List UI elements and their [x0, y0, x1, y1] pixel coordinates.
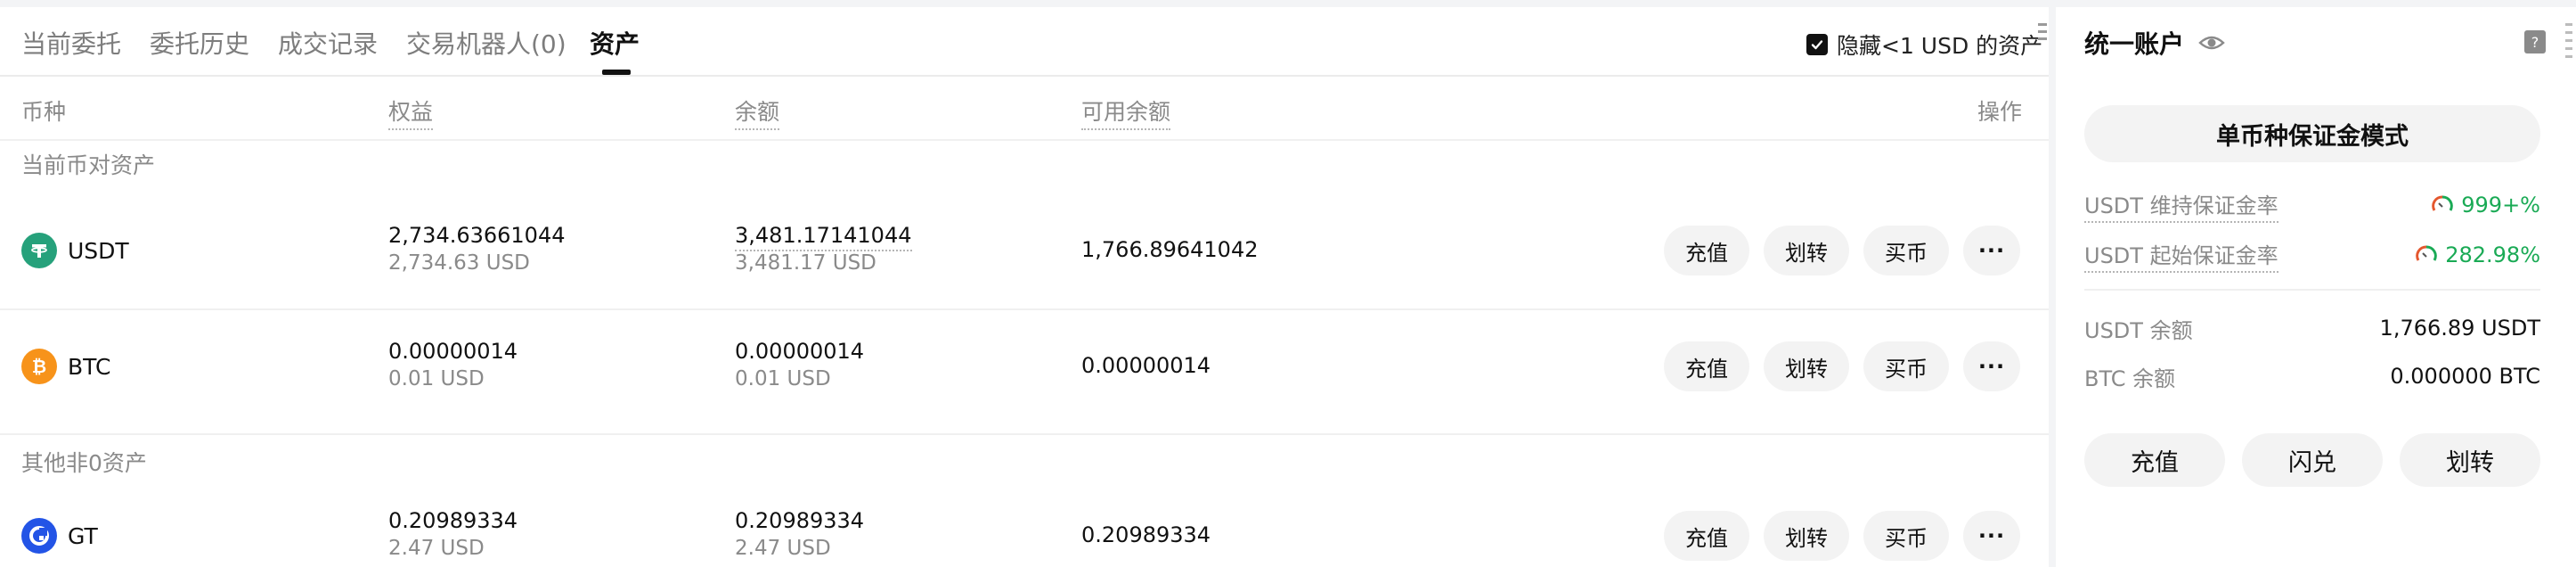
column-equity[interactable]: 权益 — [388, 94, 434, 130]
available-value: 1,766.89641042 — [1081, 237, 1259, 262]
buy-button[interactable]: 买币 — [1863, 341, 1949, 391]
bitcoin-icon: ₿ — [21, 349, 57, 384]
equity-value: 0.00000014 — [388, 339, 518, 364]
equity-usd: 2.47 USD — [388, 537, 485, 560]
maint-margin-label[interactable]: USDT 维持保证金率 — [2084, 188, 2278, 223]
assets-panel: 当前委托 委托历史 成交记录 交易机器人(0) 资产 隐藏<1 USD 的资产 … — [0, 7, 2049, 567]
active-tab-indicator — [602, 70, 631, 75]
buy-button[interactable]: 买币 — [1863, 226, 1949, 275]
side-deposit-button[interactable]: 充值 — [2084, 433, 2225, 487]
coin-cell: USDT — [21, 193, 129, 308]
transfer-button[interactable]: 划转 — [1764, 226, 1849, 275]
more-icon[interactable]: ··· — [1963, 341, 2020, 391]
usdt-balance-value: 1,766.89 USDT — [2379, 316, 2540, 341]
row-actions: 充值 划转 买币 ··· — [1664, 478, 2020, 567]
more-icon[interactable]: ··· — [1963, 511, 2020, 561]
resize-handle-icon[interactable] — [2565, 23, 2572, 68]
init-margin-row: USDT 起始保证金率 282.98% — [2084, 238, 2540, 273]
equity-usd: 2,734.63 USD — [388, 251, 530, 275]
tab-trading-bots[interactable]: 交易机器人(0) — [406, 27, 567, 62]
unified-account-panel: 统一账户 ? 单币种保证金模式 USDT 维持保证金率 999+% USDT 起… — [2056, 7, 2576, 567]
init-margin-value: 282.98% — [2445, 242, 2540, 267]
table-row: GT 0.20989334 2.47 USD 0.20989334 2.47 U… — [0, 478, 2049, 567]
init-margin-label[interactable]: USDT 起始保证金率 — [2084, 238, 2278, 273]
tether-icon — [21, 233, 57, 268]
coin-symbol: USDT — [68, 237, 129, 264]
svg-text:₿: ₿ — [32, 356, 46, 377]
flash-swap-button[interactable]: 闪兑 — [2242, 433, 2383, 487]
balance-cell: 0.20989334 2.47 USD — [735, 508, 864, 560]
table-row: ₿ BTC 0.00000014 0.01 USD 0.00000014 0.0… — [0, 308, 2049, 424]
column-actions: 操作 — [1977, 99, 2023, 125]
transfer-button[interactable]: 划转 — [1764, 511, 1849, 561]
equity-usd: 0.01 USD — [388, 367, 485, 390]
deposit-button[interactable]: 充值 — [1664, 511, 1749, 561]
side-transfer-button[interactable]: 划转 — [2400, 433, 2540, 487]
balance-value: 0.20989334 — [735, 508, 865, 533]
balance-usd: 0.01 USD — [735, 367, 831, 390]
hide-small-assets-toggle[interactable]: 隐藏<1 USD 的资产 — [1806, 27, 2042, 62]
panel-title: 统一账户 — [2084, 25, 2225, 61]
row-actions: 充值 划转 买币 ··· — [1664, 193, 2020, 308]
init-margin-value-wrap: 282.98% — [2415, 242, 2540, 267]
maint-margin-value: 999+% — [2461, 193, 2540, 218]
equity-cell: 0.20989334 2.47 USD — [388, 508, 518, 560]
more-icon[interactable]: ··· — [1963, 226, 2020, 275]
column-balance[interactable]: 余额 — [735, 94, 780, 130]
available-value: 0.20989334 — [1081, 522, 1211, 547]
section-current-pair: 当前币对资产 — [21, 152, 156, 178]
checkbox-checked-icon[interactable] — [1806, 34, 1828, 55]
column-currency: 币种 — [21, 99, 67, 125]
btc-balance-value: 0.000000 BTC — [2390, 364, 2540, 389]
balance-value: 0.00000014 — [735, 339, 865, 364]
help-icon[interactable]: ? — [2524, 30, 2546, 53]
equity-value: 2,734.63661044 — [388, 223, 566, 248]
usdt-balance-label: USDT 余额 — [2084, 317, 2193, 343]
panel-title-text: 统一账户 — [2084, 29, 2185, 59]
row-actions: 充值 划转 买币 ··· — [1664, 308, 2020, 424]
tab-trade-history[interactable]: 成交记录 — [278, 27, 378, 62]
table-header: 币种 权益 余额 可用余额 操作 — [0, 77, 2049, 141]
margin-mode-button[interactable]: 单币种保证金模式 — [2084, 105, 2540, 162]
btc-balance-label: BTC 余额 — [2084, 366, 2176, 391]
coin-symbol: GT — [68, 522, 98, 549]
available-value: 0.00000014 — [1081, 353, 1211, 378]
maint-margin-value-wrap: 999+% — [2431, 193, 2540, 218]
deposit-button[interactable]: 充值 — [1664, 341, 1749, 391]
tab-open-orders[interactable]: 当前委托 — [21, 27, 121, 62]
maint-margin-row: USDT 维持保证金率 999+% — [2084, 188, 2540, 223]
btc-balance-row: BTC 余额 0.000000 BTC — [2084, 360, 2540, 392]
coin-cell: GT — [21, 478, 98, 567]
gauge-icon — [2416, 245, 2438, 261]
tab-assets[interactable]: 资产 — [590, 27, 640, 62]
divider — [2084, 289, 2540, 291]
side-actions: 充值 闪兑 划转 — [2084, 433, 2540, 487]
balance-cell: 3,481.17141044 3,481.17 USD — [735, 223, 912, 275]
tab-order-history[interactable]: 委托历史 — [150, 27, 249, 62]
section-other-nonzero: 其他非0资产 — [0, 433, 2049, 478]
buy-button[interactable]: 买币 — [1863, 511, 1949, 561]
hide-small-assets-label: 隐藏<1 USD 的资产 — [1837, 33, 2043, 59]
table-row: USDT 2,734.63661044 2,734.63 USD 3,481.1… — [0, 193, 2049, 310]
balance-usd: 2.47 USD — [735, 537, 831, 560]
transfer-button[interactable]: 划转 — [1764, 341, 1849, 391]
coin-symbol: BTC — [68, 353, 111, 380]
tab-bar: 当前委托 委托历史 成交记录 交易机器人(0) 资产 隐藏<1 USD 的资产 — [0, 7, 2049, 77]
eye-icon[interactable] — [2198, 29, 2225, 56]
equity-cell: 2,734.63661044 2,734.63 USD — [388, 223, 566, 275]
equity-cell: 0.00000014 0.01 USD — [388, 339, 518, 390]
gatetoken-icon — [21, 518, 57, 554]
deposit-button[interactable]: 充值 — [1664, 226, 1749, 275]
balance-usd: 3,481.17 USD — [735, 251, 876, 275]
column-available[interactable]: 可用余额 — [1081, 94, 1171, 130]
usdt-balance-row: USDT 余额 1,766.89 USDT — [2084, 312, 2540, 344]
coin-cell: ₿ BTC — [21, 308, 110, 424]
page: 当前委托 委托历史 成交记录 交易机器人(0) 资产 隐藏<1 USD 的资产 … — [0, 0, 2576, 567]
drag-handle-icon[interactable] — [2038, 23, 2047, 48]
balance-cell: 0.00000014 0.01 USD — [735, 339, 864, 390]
gauge-icon — [2432, 195, 2454, 211]
equity-value: 0.20989334 — [388, 508, 518, 533]
balance-value[interactable]: 3,481.17141044 — [735, 223, 912, 251]
